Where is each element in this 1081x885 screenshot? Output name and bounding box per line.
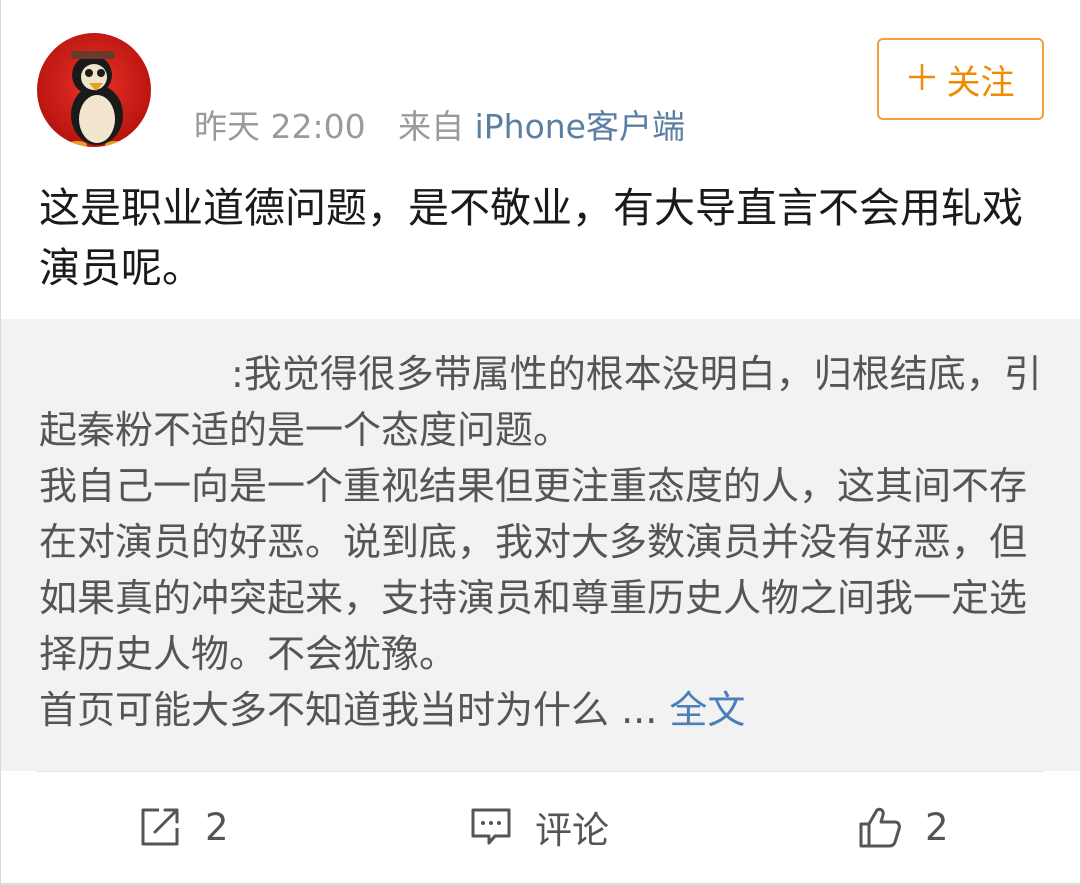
post-meta: 昨天 22:00 来自 iPhone客户端 bbox=[194, 104, 685, 150]
source-prefix: 来自 bbox=[398, 107, 465, 146]
share-icon bbox=[141, 808, 179, 846]
repost-line-3: 首页可能大多不知道我当时为什么 ... bbox=[39, 688, 658, 732]
like-count: 2 bbox=[925, 805, 949, 849]
comment-label: 评论 bbox=[535, 809, 609, 852]
follow-button[interactable]: 关注 bbox=[877, 38, 1044, 120]
action-bar: 2 评论 2 bbox=[1, 772, 1080, 883]
avatar[interactable] bbox=[37, 33, 151, 147]
thumbs-up-icon bbox=[859, 807, 901, 848]
follow-label: 关注 bbox=[946, 62, 1015, 103]
post-text: 这是职业道德问题，是不敬业，有大导直言不会用轧戏演员呢。 bbox=[39, 184, 1023, 292]
source-link[interactable]: iPhone客户端 bbox=[475, 107, 685, 146]
post-time: 昨天 22:00 bbox=[194, 107, 366, 146]
repost-line-1: :我觉得很多带属性的根本没明白，归根结底，引起秦粉不适的是一个态度问题。 bbox=[39, 352, 1042, 452]
comment-icon bbox=[471, 808, 511, 845]
repost-text: :我觉得很多带属性的根本没明白，归根结底，引起秦粉不适的是一个态度问题。 我自己… bbox=[39, 346, 1051, 738]
share-count: 2 bbox=[205, 805, 229, 849]
comment-button[interactable]: 评论 bbox=[469, 802, 609, 852]
repost-line-2: 我自己一向是一个重视结果但更注重态度的人，这其间不存在对演员的好恶。说到底，我对… bbox=[39, 464, 1028, 676]
like-button[interactable]: 2 bbox=[857, 802, 949, 852]
plus-icon bbox=[907, 59, 937, 99]
repost-block[interactable]: :我觉得很多带属性的根本没明白，归根结底，引起秦粉不适的是一个态度问题。 我自己… bbox=[1, 319, 1080, 771]
share-button[interactable]: 2 bbox=[137, 802, 229, 852]
weibo-post-card: 昨天 22:00 来自 iPhone客户端 关注 这是职业道德问题，是不敬业，有… bbox=[0, 0, 1081, 885]
fulltext-link[interactable]: 全文 bbox=[669, 688, 745, 732]
penguin-avatar-icon bbox=[37, 33, 151, 147]
